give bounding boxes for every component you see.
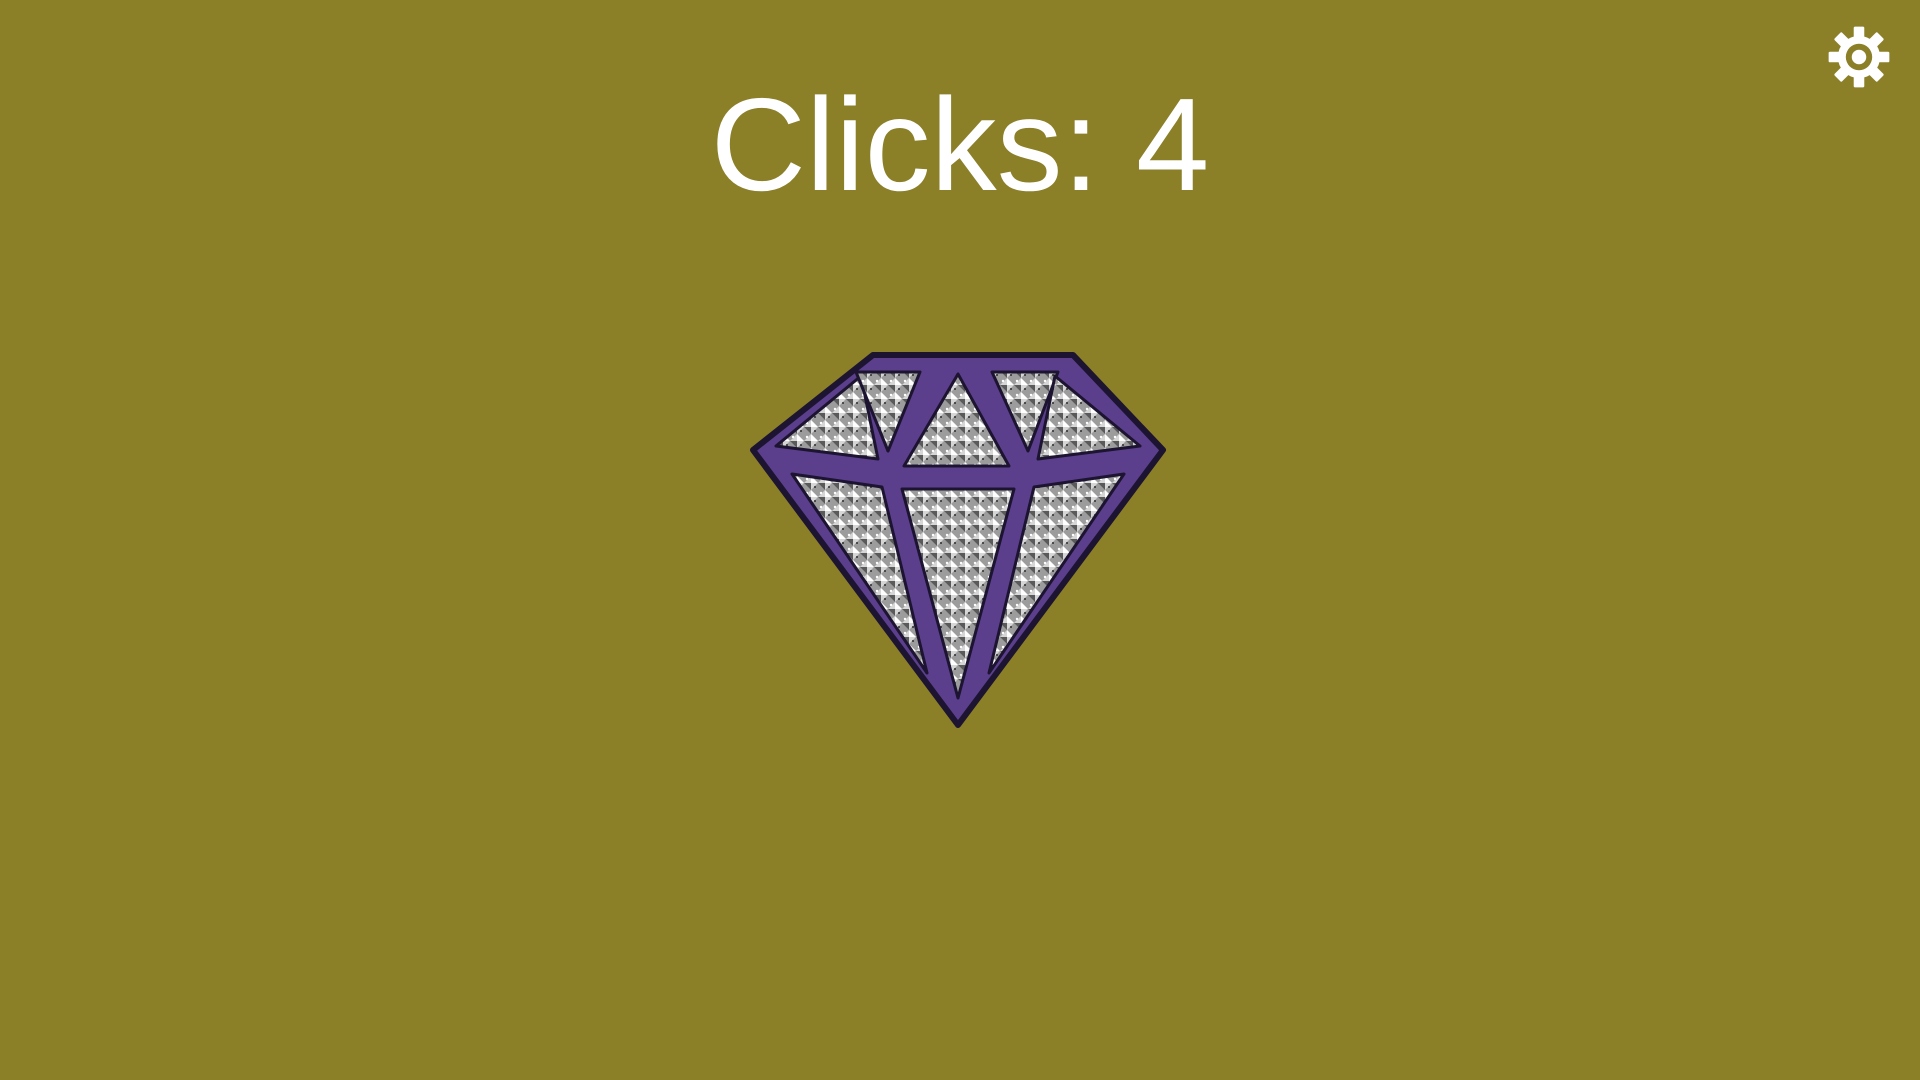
gear-icon <box>1828 26 1890 88</box>
diamond-click-button[interactable] <box>748 350 1168 730</box>
settings-button[interactable] <box>1826 24 1892 90</box>
click-counter: Clicks: 4 <box>710 71 1210 218</box>
diamond-icon <box>750 352 1166 728</box>
